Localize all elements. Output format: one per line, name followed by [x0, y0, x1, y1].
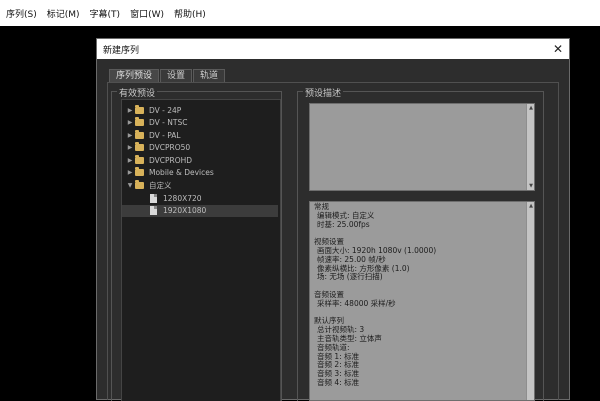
preset-preview-area: ▲ ▼ [309, 103, 535, 191]
description-line [314, 282, 534, 291]
preview-scrollbar[interactable]: ▲ ▼ [526, 104, 534, 190]
description-scrollbar[interactable]: ▲ [526, 202, 534, 400]
tree-item-dv-ntsc[interactable]: ▶ DV - NTSC [125, 117, 275, 129]
new-sequence-dialog: 新建序列 ✕ 序列预设 设置 轨道 有效预设 ▶ DV - 24P ▶ DV -… [96, 38, 570, 401]
description-lines: 常规 编辑模式: 自定义 时基: 25.00fps 视频设置 画面大小: 1920h 1… [314, 202, 534, 388]
tree-item-dvcprohd[interactable]: ▶ DVCPROHD [125, 154, 275, 166]
folder-icon [135, 179, 144, 189]
available-presets-label: 有效预设 [117, 86, 158, 99]
close-button[interactable]: ✕ [553, 43, 563, 55]
description-line: 音频 4: 标准 [317, 377, 360, 387]
tree-item-label: DVCPRO50 [149, 143, 191, 152]
folder-icon [135, 167, 144, 176]
scroll-down-icon[interactable]: ▼ [527, 182, 535, 190]
preset-description-text: 常规 编辑模式: 自定义 时基: 25.00fps 视频设置 画面大小: 1920h 1… [309, 201, 535, 401]
tree-item-dv-pal[interactable]: ▶ DV - PAL [125, 129, 275, 141]
tree-item-dvcpro50[interactable]: ▶ DVCPRO50 [125, 142, 275, 154]
description-line [314, 309, 534, 318]
collapse-arrow-icon[interactable]: ▼ [125, 182, 135, 189]
tree-item-custom[interactable]: ▼ 自定义 [125, 179, 275, 191]
expand-arrow-icon[interactable]: ▶ [125, 144, 135, 151]
folder-icon [135, 129, 144, 139]
folder-icon [135, 142, 144, 151]
preset-tree: ▶ DV - 24P ▶ DV - NTSC ▶ DV - PAL ▶ DVCP… [121, 99, 281, 401]
menubar: 序列(S) 标记(M) 字幕(T) 窗口(W) 帮助(H) [0, 0, 600, 26]
expand-arrow-icon[interactable]: ▶ [125, 132, 135, 139]
tree-item-label: 1920X1080 [163, 206, 207, 215]
tree-item-1280x720[interactable]: 1280X720 [150, 192, 275, 204]
expand-arrow-icon[interactable]: ▶ [125, 169, 135, 176]
tree-item-label: Mobile & Devices [149, 168, 214, 177]
description-line: 场: 无场 (逐行扫描) [317, 272, 383, 282]
tree-item-label: DV - 24P [149, 105, 182, 115]
tree-item-label: DV - NTSC [149, 118, 188, 127]
menu-help[interactable]: 帮助(H) [174, 7, 206, 20]
menu-window[interactable]: 窗口(W) [130, 7, 164, 20]
tab-tracks[interactable]: 轨道 [193, 69, 226, 82]
description-line: 采样率: 48000 采样/秒 [317, 298, 396, 308]
tab-sequence-presets[interactable]: 序列预设 [109, 69, 160, 82]
dialog-title: 新建序列 [103, 45, 140, 56]
description-line [314, 229, 534, 238]
tab-settings[interactable]: 设置 [160, 69, 193, 82]
tree-item-1920x1080[interactable]: 1920X1080 [122, 204, 278, 217]
folder-icon [135, 154, 144, 164]
expand-arrow-icon[interactable]: ▶ [125, 107, 135, 114]
tree-item-label: 自定义 [149, 180, 172, 190]
dialog-titlebar[interactable]: 新建序列 ✕ [97, 39, 569, 59]
menu-sequence[interactable]: 序列(S) [6, 7, 37, 20]
folder-icon [135, 117, 144, 126]
tree-item-mobile-devices[interactable]: ▶ Mobile & Devices [125, 167, 275, 179]
tree-item-dv-24p[interactable]: ▶ DV - 24P [125, 104, 275, 116]
scroll-up-icon[interactable]: ▲ [527, 202, 534, 210]
description-line: 时基: 25.00fps [317, 219, 370, 229]
tree-item-label: DV - PAL [149, 130, 181, 140]
expand-arrow-icon[interactable]: ▶ [125, 157, 135, 164]
menu-marker[interactable]: 标记(M) [47, 7, 80, 20]
menu-title[interactable]: 字幕(T) [90, 7, 121, 20]
preset-file-icon [150, 193, 157, 203]
folder-icon [135, 104, 144, 114]
preset-description-label: 预设描述 [303, 86, 344, 99]
preset-file-icon [150, 206, 157, 215]
tree-item-label: DVCPROHD [149, 155, 193, 165]
dialog-tabs: 序列预设 设置 轨道 [109, 69, 226, 82]
tree-item-label: 1280X720 [163, 193, 202, 203]
expand-arrow-icon[interactable]: ▶ [125, 119, 135, 126]
scroll-up-icon[interactable]: ▲ [527, 104, 535, 112]
